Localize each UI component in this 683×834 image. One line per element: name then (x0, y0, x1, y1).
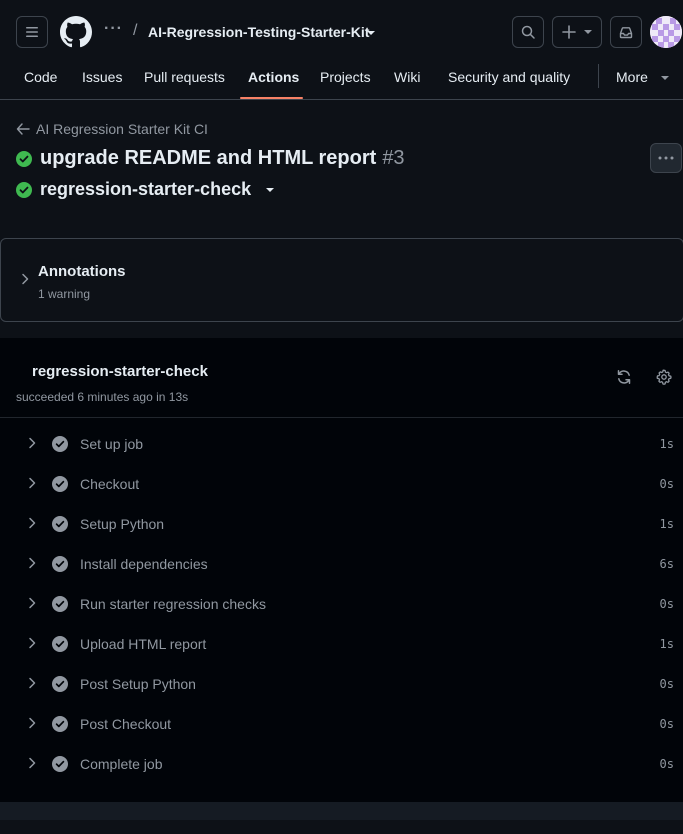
run-title: upgrade README and HTML report #3 (16, 147, 405, 170)
job-step[interactable]: Install dependencies 6s (0, 544, 683, 584)
job-selector[interactable]: regression-starter-check (16, 179, 275, 200)
chevron-right-icon (29, 677, 36, 689)
step-name: Complete job (80, 756, 163, 772)
hamburger-icon (26, 27, 38, 37)
step-name: Post Checkout (80, 716, 172, 732)
step-success-icon (52, 556, 68, 572)
caret-down-icon (584, 29, 592, 34)
step-name: Post Setup Python (80, 676, 196, 692)
inbox-button[interactable] (610, 16, 642, 48)
tab-code[interactable]: Code (24, 69, 57, 85)
plus-icon (562, 25, 576, 39)
workflow-name: AI Regression Starter Kit CI (36, 121, 208, 137)
caret-down-icon[interactable] (366, 30, 376, 36)
tab-issues[interactable]: Issues (82, 69, 122, 85)
step-duration: 6s (659, 557, 674, 571)
tab-security-and-quality[interactable]: Security and quality (448, 69, 570, 85)
step-name: Checkout (80, 476, 140, 492)
inbox-icon (619, 27, 633, 39)
tab-wiki[interactable]: Wiki (394, 69, 420, 85)
job-log-panel: regression-starter-check succeeded 6 min… (0, 338, 683, 802)
annotations-panel[interactable]: Annotations 1 warning (0, 238, 683, 322)
bottom-scroll-area (0, 802, 683, 820)
chevron-right-icon (29, 757, 36, 769)
create-new-button[interactable] (552, 16, 602, 48)
hamburger-menu-button[interactable] (16, 16, 48, 48)
active-tab-indicator (240, 97, 303, 99)
step-success-icon (52, 756, 68, 772)
workflow-back-link[interactable]: AI Regression Starter Kit CI (16, 121, 208, 137)
run-title-text: upgrade README and HTML report #3 (40, 147, 405, 170)
repo-nav: Code Issues Pull requests Actions Projec… (0, 60, 683, 100)
step-success-icon (52, 716, 68, 732)
tab-actions[interactable]: Actions (248, 69, 299, 85)
step-duration: 0s (659, 717, 674, 731)
chevron-right-icon (29, 437, 36, 449)
annotations-title: Annotations (38, 263, 126, 280)
step-duration: 0s (659, 677, 674, 691)
arrow-left-icon (16, 123, 30, 135)
job-panel-header: regression-starter-check succeeded 6 min… (0, 338, 683, 418)
search-icon (521, 25, 535, 39)
run-options-button[interactable] (650, 143, 682, 173)
job-name: regression-starter-check (32, 363, 208, 380)
job-step[interactable]: Run starter regression checks 0s (0, 584, 683, 624)
chevron-right-icon (29, 557, 36, 569)
gear-icon[interactable] (656, 369, 672, 385)
job-selector-label: regression-starter-check (40, 179, 252, 199)
github-logo[interactable] (60, 16, 92, 48)
step-duration: 0s (659, 757, 674, 771)
run-title-label: upgrade README and HTML report (40, 147, 377, 169)
job-step[interactable]: Post Checkout 0s (0, 704, 683, 744)
success-check-icon (16, 150, 32, 167)
top-header: ··· / AI-Regression-Testing-Starter-Kit (0, 0, 683, 60)
search-button[interactable] (512, 16, 544, 48)
tab-pull-requests[interactable]: Pull requests (144, 69, 225, 85)
job-step[interactable]: Post Setup Python 0s (0, 664, 683, 704)
job-step[interactable]: Setup Python 1s (0, 504, 683, 544)
chevron-right-icon (29, 477, 36, 489)
caret-down-icon[interactable] (660, 75, 670, 81)
step-success-icon (52, 516, 68, 532)
avatar[interactable] (650, 16, 682, 48)
step-duration: 1s (659, 637, 674, 651)
step-success-icon (52, 676, 68, 692)
job-step[interactable]: Upload HTML report 1s (0, 624, 683, 664)
step-success-icon (52, 636, 68, 652)
step-success-icon (52, 436, 68, 452)
job-steps-list: Set up job 1s Checkout 0s Setup Python 1… (0, 424, 683, 784)
breadcrumb-overflow-button[interactable]: ··· (104, 20, 123, 38)
breadcrumb-separator: / (133, 22, 138, 39)
chevron-right-icon (29, 717, 36, 729)
success-check-icon (16, 181, 32, 198)
step-duration: 1s (659, 517, 674, 531)
job-step[interactable]: Set up job 1s (0, 424, 683, 464)
run-number: #3 (382, 147, 405, 169)
chevron-right-icon (22, 273, 29, 285)
more-menu-button[interactable]: More (616, 69, 648, 85)
chevron-right-icon (29, 517, 36, 529)
step-name: Upload HTML report (80, 636, 207, 652)
step-duration: 0s (659, 477, 674, 491)
chevron-right-icon (29, 637, 36, 649)
step-name: Setup Python (80, 516, 165, 532)
step-success-icon (52, 596, 68, 612)
nav-divider (598, 64, 599, 88)
step-duration: 1s (659, 437, 674, 451)
step-duration: 0s (659, 597, 674, 611)
annotations-summary: 1 warning (38, 287, 91, 301)
step-name: Set up job (80, 436, 144, 452)
step-name: Install dependencies (80, 556, 208, 572)
job-step[interactable]: Checkout 0s (0, 464, 683, 504)
job-status-text: succeeded 6 minutes ago in 13s (16, 390, 189, 404)
kebab-horizontal-icon (658, 156, 674, 160)
tab-projects[interactable]: Projects (320, 69, 371, 85)
step-success-icon (52, 476, 68, 492)
job-step[interactable]: Complete job 0s (0, 744, 683, 784)
repo-name-link[interactable]: AI-Regression-Testing-Starter-Kit (148, 24, 369, 40)
chevron-right-icon (29, 597, 36, 609)
caret-down-icon (266, 187, 275, 192)
step-name: Run starter regression checks (80, 596, 266, 612)
rerun-icon[interactable] (616, 369, 632, 385)
